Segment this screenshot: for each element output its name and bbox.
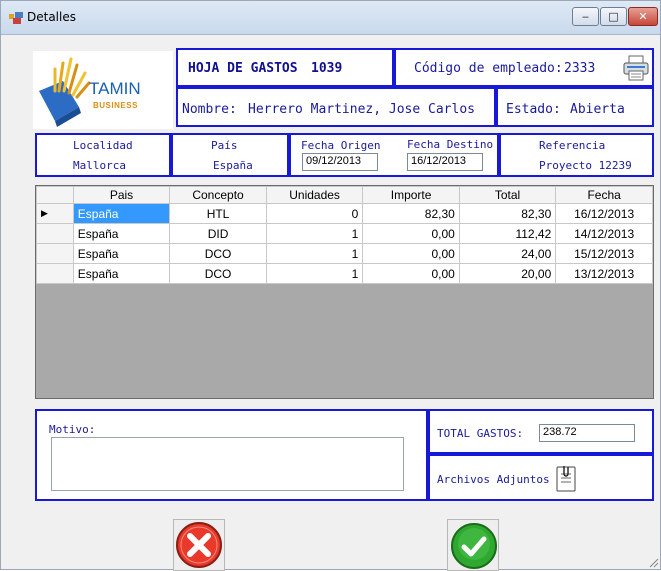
column-header-concepto[interactable]: Concepto bbox=[169, 186, 267, 204]
expenses-table: Pais Concepto Unidades Importe Total Fec… bbox=[36, 186, 653, 284]
company-logo: TAMIN BUSINESS bbox=[33, 51, 173, 129]
employee-code-value: 2333 bbox=[564, 61, 596, 76]
row-header-cell[interactable] bbox=[36, 223, 74, 244]
cell-concepto[interactable]: DID bbox=[169, 223, 267, 244]
cell-importe[interactable]: 0,00 bbox=[362, 263, 460, 284]
minimize-icon: ‒ bbox=[582, 10, 589, 23]
attachments-label: Archivos Adjuntos bbox=[437, 473, 550, 486]
column-header-importe[interactable]: Importe bbox=[362, 186, 460, 204]
row-header-cell[interactable] bbox=[36, 263, 74, 284]
cell-importe[interactable]: 82,30 bbox=[362, 203, 460, 224]
cell-unidades[interactable]: 1 bbox=[265, 263, 364, 284]
name-label: Nombre: bbox=[182, 102, 237, 117]
row-header-cell[interactable] bbox=[36, 243, 74, 264]
maximize-icon: □ bbox=[608, 10, 619, 23]
locality-label: Localidad bbox=[73, 139, 133, 152]
cell-unidades[interactable]: 0 bbox=[265, 203, 364, 224]
locality-box: Localidad Mallorca bbox=[35, 133, 171, 177]
attachments-box: Archivos Adjuntos bbox=[428, 454, 654, 501]
cell-importe[interactable]: 0,00 bbox=[362, 223, 460, 244]
title-bar[interactable]: Detalles ‒ □ ✕ bbox=[1, 1, 660, 35]
reference-value: Proyecto 12239 bbox=[539, 159, 632, 172]
employee-code-label: Código de empleado: bbox=[414, 61, 563, 76]
country-value: España bbox=[213, 159, 253, 172]
current-row-indicator-icon[interactable]: ▶ bbox=[36, 203, 74, 224]
ok-button[interactable] bbox=[447, 519, 499, 571]
column-header-fecha[interactable]: Fecha bbox=[555, 186, 653, 204]
grid-header-row: Pais Concepto Unidades Importe Total Fec… bbox=[36, 186, 653, 204]
name-value: Herrero Martinez, Jose Carlos bbox=[248, 102, 475, 117]
window-app-icon bbox=[9, 12, 23, 24]
cell-pais[interactable]: España bbox=[72, 263, 171, 284]
total-field[interactable]: 238.72 bbox=[539, 424, 635, 442]
cell-importe[interactable]: 0,00 bbox=[362, 243, 460, 264]
maximize-button[interactable]: □ bbox=[600, 7, 627, 26]
cell-total[interactable]: 20,00 bbox=[458, 263, 557, 284]
cell-unidades[interactable]: 1 bbox=[265, 223, 364, 244]
close-button[interactable]: ✕ bbox=[628, 7, 658, 26]
total-label: TOTAL GASTOS: bbox=[437, 427, 524, 440]
cell-total[interactable]: 24,00 bbox=[458, 243, 557, 264]
attachment-icon[interactable] bbox=[554, 464, 578, 494]
country-label: País bbox=[211, 139, 238, 152]
logo-text: TAMIN bbox=[89, 79, 141, 98]
motivo-textarea[interactable] bbox=[51, 437, 404, 491]
table-row[interactable]: España DID 1 0,00 112,42 14/12/2013 bbox=[36, 223, 653, 244]
cell-concepto[interactable]: DCO bbox=[169, 263, 267, 284]
locality-value: Mallorca bbox=[73, 159, 126, 172]
sheet-box: HOJA DE GASTOS 1039 bbox=[176, 48, 394, 87]
cell-fecha[interactable]: 16/12/2013 bbox=[555, 203, 653, 224]
reference-box: Referencia Proyecto 12239 bbox=[499, 133, 654, 177]
cancel-button[interactable] bbox=[173, 519, 225, 571]
cell-unidades[interactable]: 1 bbox=[265, 243, 364, 264]
date-to-label: Fecha Destino bbox=[407, 138, 494, 151]
date-from-label: Fecha Origen bbox=[301, 139, 381, 152]
details-window: Detalles ‒ □ ✕ TAMIN BUSINESS HOJA DE GA… bbox=[0, 0, 661, 571]
dates-box: Fecha Origen 09/12/2013 Fecha Destino 16… bbox=[289, 133, 499, 177]
date-to-field[interactable]: 16/12/2013 bbox=[407, 153, 483, 171]
cell-pais[interactable]: España bbox=[72, 203, 171, 224]
table-row[interactable]: España DCO 1 0,00 20,00 13/12/2013 bbox=[36, 263, 653, 284]
total-box: TOTAL GASTOS: 238.72 bbox=[428, 409, 654, 454]
logo-subtext: BUSINESS bbox=[93, 101, 138, 110]
column-header-pais[interactable]: Pais bbox=[72, 186, 171, 204]
window-title: Detalles bbox=[27, 10, 76, 24]
printer-icon[interactable] bbox=[622, 54, 650, 82]
cell-pais[interactable]: España bbox=[72, 223, 171, 244]
table-row[interactable]: España DCO 1 0,00 24,00 15/12/2013 bbox=[36, 243, 653, 264]
close-icon: ✕ bbox=[638, 10, 648, 23]
cell-total[interactable]: 112,42 bbox=[458, 223, 557, 244]
motivo-box: Motivo: bbox=[35, 409, 428, 501]
column-header-total[interactable]: Total bbox=[458, 186, 557, 204]
cell-concepto[interactable]: HTL bbox=[169, 203, 267, 224]
cell-total[interactable]: 82,30 bbox=[458, 203, 557, 224]
employee-code-box: Código de empleado: 2333 bbox=[394, 48, 654, 87]
sheet-label: HOJA DE GASTOS bbox=[188, 61, 298, 76]
expenses-grid[interactable]: Pais Concepto Unidades Importe Total Fec… bbox=[35, 185, 654, 399]
cell-fecha[interactable]: 15/12/2013 bbox=[555, 243, 653, 264]
date-from-field[interactable]: 09/12/2013 bbox=[302, 153, 378, 171]
minimize-button[interactable]: ‒ bbox=[572, 7, 599, 26]
status-label: Estado: bbox=[506, 102, 561, 117]
status-box: Estado: Abierta bbox=[496, 87, 654, 127]
cell-fecha[interactable]: 13/12/2013 bbox=[555, 263, 653, 284]
cell-pais[interactable]: España bbox=[72, 243, 171, 264]
sheet-number: 1039 bbox=[311, 61, 343, 76]
country-box: País España bbox=[171, 133, 289, 177]
motivo-label: Motivo: bbox=[49, 423, 96, 436]
table-row[interactable]: ▶ España HTL 0 82,30 82,30 16/12/2013 bbox=[36, 203, 653, 224]
status-value: Abierta bbox=[570, 102, 625, 117]
cancel-icon bbox=[176, 522, 222, 568]
cell-concepto[interactable]: DCO bbox=[169, 243, 267, 264]
row-header-corner bbox=[36, 186, 74, 204]
ok-icon bbox=[451, 523, 497, 569]
column-header-unidades[interactable]: Unidades bbox=[265, 186, 364, 204]
cell-fecha[interactable]: 14/12/2013 bbox=[555, 223, 653, 244]
reference-label: Referencia bbox=[539, 139, 606, 152]
resize-grip-icon[interactable] bbox=[649, 558, 659, 568]
name-box: Nombre: Herrero Martinez, Jose Carlos bbox=[176, 87, 496, 127]
